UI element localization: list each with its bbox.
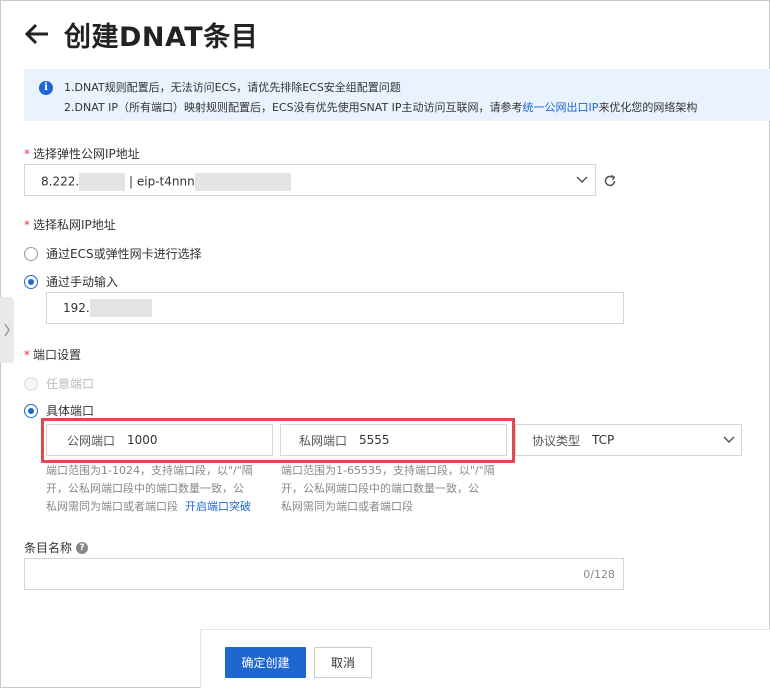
page-title: 创建DNAT条目 — [64, 21, 259, 53]
radio-option-any-port: 任意端口 — [24, 375, 94, 392]
page-header: 创建DNAT条目 — [22, 14, 258, 54]
eip-label: * 选择弹性公网IP地址 — [24, 147, 140, 161]
info-icon: i — [39, 81, 53, 95]
notice-line-2-suffix: 来优化您的网络架构 — [598, 101, 698, 114]
entry-name-label-text: 条目名称 — [24, 541, 73, 555]
notice-line-2: 2.DNAT IP（所有端口）映射规则配置后，ECS没有优先使用SNAT IP主… — [64, 99, 697, 115]
port-settings-label: * 端口设置 — [24, 348, 82, 362]
entry-name-label: 条目名称 ? — [24, 539, 89, 556]
private-port-help: 端口范围为1-65535，支持端口段，以"/"隔 开，公私网端口段中的端口数量一… — [281, 462, 495, 516]
chevron-right-icon — [4, 323, 10, 337]
radio-button-selected[interactable] — [24, 403, 38, 418]
radio-button-disabled — [24, 376, 38, 391]
cancel-button[interactable]: 取消 — [314, 647, 372, 678]
radio-option-ecs[interactable]: 通过ECS或弹性网卡进行选择 — [24, 245, 202, 262]
back-arrow-icon[interactable] — [22, 19, 52, 49]
eip-select[interactable]: 8.222. | eip-t4nnn — [24, 164, 596, 196]
private-port-help-line: 端口范围为1-65535，支持端口段，以"/"隔 — [281, 464, 495, 477]
protocol-select[interactable]: 协议类型 TCP — [515, 424, 742, 456]
side-collapse-handle[interactable] — [0, 297, 14, 363]
eip-label-text: 选择弹性公网IP地址 — [33, 147, 140, 161]
unified-egress-link[interactable]: 统一公网出口IP — [523, 101, 599, 114]
radio-option-manual-label: 通过手动输入 — [46, 275, 119, 289]
private-port-help-line: 私网需同为端口或者端口段 — [281, 500, 413, 513]
confirm-create-button[interactable]: 确定创建 — [225, 647, 306, 678]
eip-value-id: | eip-t4nnn — [129, 174, 195, 189]
protocol-label: 协议类型 — [532, 433, 581, 448]
entry-name-input[interactable]: 0/128 — [24, 558, 624, 590]
radio-button[interactable] — [24, 246, 38, 261]
protocol-value: TCP — [592, 433, 615, 447]
masked-text — [89, 299, 152, 317]
radio-button-selected[interactable] — [24, 274, 38, 289]
masked-text — [79, 173, 126, 191]
radio-option-any-port-label: 任意端口 — [46, 377, 95, 391]
chevron-down-icon — [723, 436, 735, 444]
chevron-down-icon — [576, 176, 588, 184]
radio-option-specific-port[interactable]: 具体端口 — [24, 402, 94, 419]
port-settings-label-text: 端口设置 — [33, 348, 82, 362]
eip-value-prefix: 8.222. — [41, 174, 80, 189]
eip-select-value: 8.222. | eip-t4nnn — [41, 173, 291, 191]
refresh-icon[interactable] — [603, 174, 617, 188]
radio-option-ecs-label: 通过ECS或弹性网卡进行选择 — [46, 247, 202, 261]
radio-option-specific-port-label: 具体端口 — [46, 404, 95, 418]
notice-line-2-text: 2.DNAT IP（所有端口）映射规则配置后，ECS没有优先使用SNAT IP主… — [64, 101, 523, 114]
private-ip-label: * 选择私网IP地址 — [24, 218, 116, 232]
highlight-annotation — [41, 418, 515, 463]
entry-name-counter: 0/128 — [583, 568, 615, 581]
private-ip-label-text: 选择私网IP地址 — [33, 218, 116, 232]
notice-banner: i 1.DNAT规则配置后，无法访问ECS，请优先排除ECS安全组配置问题 2.… — [24, 69, 770, 121]
public-port-help-line: 私网需同为端口或者端口段 — [46, 500, 178, 513]
private-ip-input[interactable]: 192. — [46, 292, 624, 324]
radio-option-manual[interactable]: 通过手动输入 — [24, 273, 118, 290]
port-breakthrough-link[interactable]: 开启端口突破 — [185, 500, 251, 513]
private-ip-value: 192. — [63, 301, 90, 315]
masked-text — [194, 173, 291, 191]
notice-line-1: 1.DNAT规则配置后，无法访问ECS，请优先排除ECS安全组配置问题 — [64, 81, 401, 94]
public-port-help: 端口范围为1-1024，支持端口段，以"/"隔 开，公私网端口段中的端口数量一致… — [46, 462, 253, 516]
public-port-help-line: 端口范围为1-1024，支持端口段，以"/"隔 — [46, 464, 253, 477]
private-port-help-line: 开，公私网端口段中的端口数量一致，公 — [281, 482, 479, 495]
public-port-help-line: 开，公私网端口段中的端口数量一致，公 — [46, 482, 244, 495]
help-icon[interactable]: ? — [76, 541, 89, 554]
